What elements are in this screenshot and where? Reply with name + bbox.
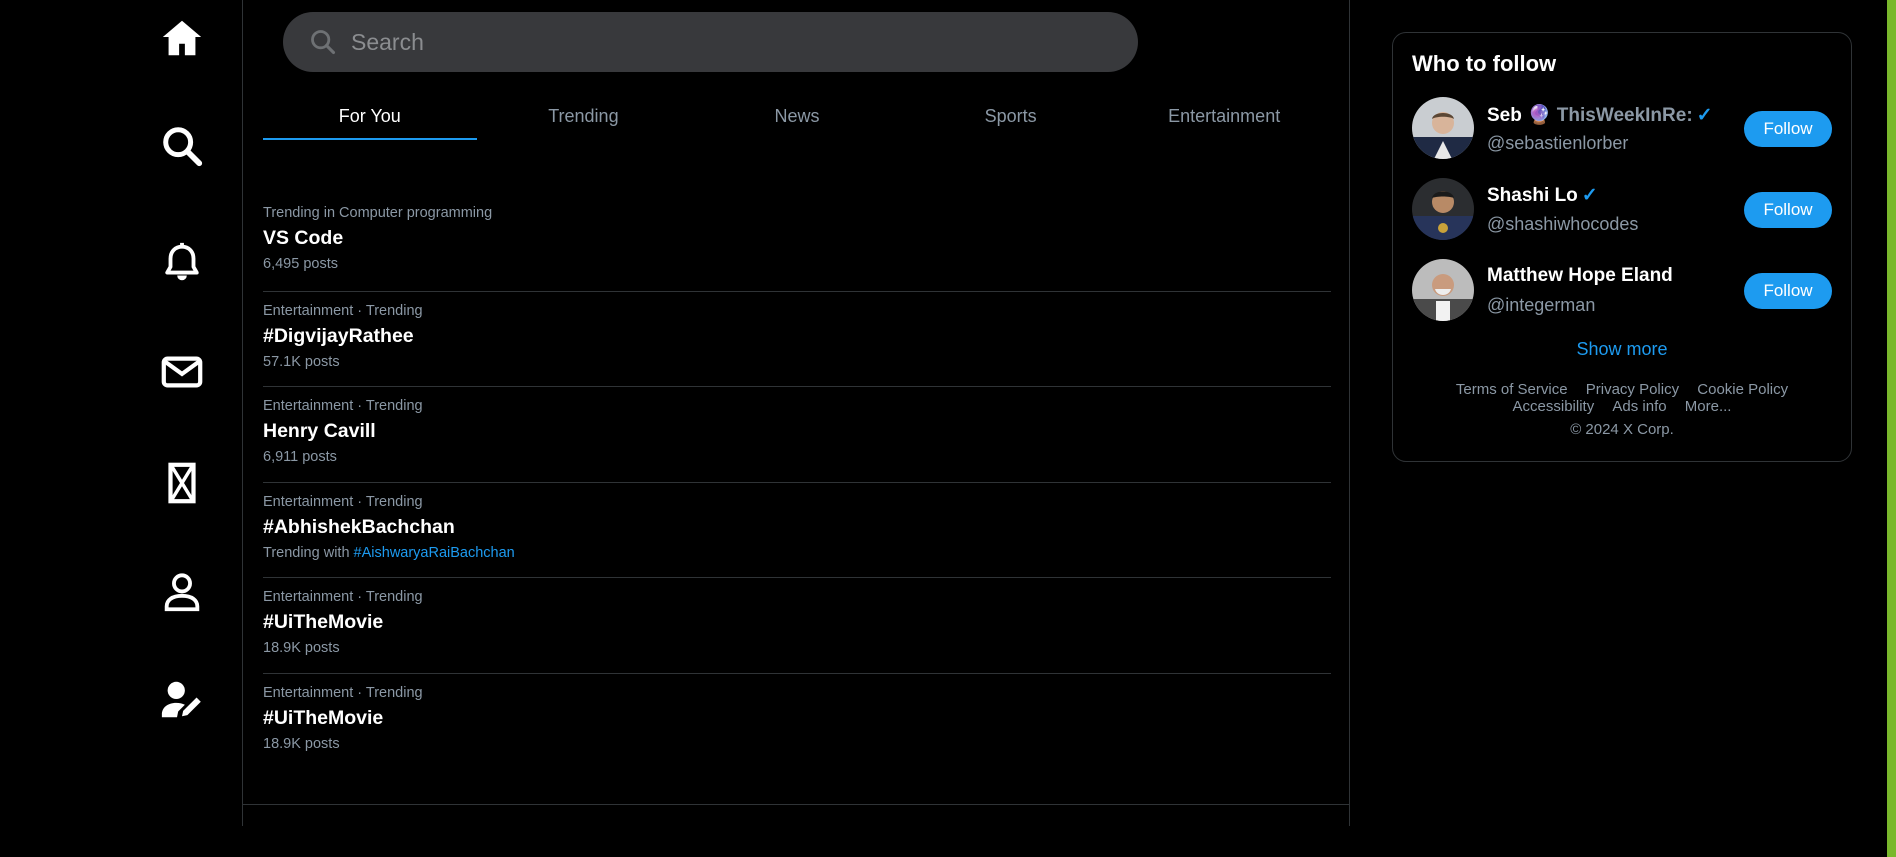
bell-icon	[165, 242, 199, 281]
trend-name: Henry Cavill	[263, 420, 376, 442]
nav-x[interactable]	[156, 457, 208, 509]
trend-item[interactable]: Entertainment · Trending #AbhishekBachch…	[263, 483, 1331, 578]
show-more-link[interactable]: Show more	[1393, 339, 1851, 360]
more-link[interactable]: More...	[1685, 398, 1732, 415]
trend-related-link[interactable]: #AishwaryaRaiBachchan	[354, 545, 515, 561]
avatar[interactable]	[1412, 259, 1474, 321]
trend-context: Entertainment · Trending	[263, 493, 423, 510]
suggestion-handle: @integerman	[1487, 295, 1596, 315]
tab-entertainment[interactable]: Entertainment	[1117, 96, 1331, 140]
user-edit-icon	[161, 681, 201, 718]
search-bar[interactable]	[283, 12, 1138, 72]
trend-name: #DigvijayRathee	[263, 324, 414, 347]
trend-name: #AbhishekBachchan	[263, 515, 455, 538]
tab-sports[interactable]: Sports	[904, 96, 1118, 140]
trend-context: Entertainment · Trending	[263, 684, 423, 701]
trend-related-prefix: Trending with	[263, 544, 354, 561]
column-divider	[243, 804, 1349, 805]
trend-list: Trending in Computer programming VS Code…	[263, 196, 1331, 769]
avatar[interactable]	[1412, 178, 1474, 240]
trend-item[interactable]: Entertainment · Trending #UiTheMovie 18.…	[263, 578, 1331, 674]
suggestion-name[interactable]: Shashi Lo ✓	[1487, 184, 1598, 207]
trend-context: Trending in Computer programming	[263, 205, 493, 221]
trend-post-count: 57.1K posts	[263, 353, 340, 370]
tab-trending[interactable]: Trending	[477, 96, 691, 140]
who-to-follow-panel: Who to follow Seb 🔮 ThisWeekInRe: ✓ @sebas…	[1392, 32, 1852, 462]
suggestion-row[interactable]: Matthew Hope Eland @integerman Follow	[1412, 259, 1842, 323]
trend-related: Trending with #AishwaryaRaiBachchan	[263, 543, 1331, 563]
follow-button[interactable]: Follow	[1744, 273, 1832, 309]
terms-link[interactable]: Terms of Service	[1456, 381, 1568, 398]
x-logo-icon	[168, 462, 196, 504]
footer-links: Terms of Service Privacy Policy Cookie P…	[1393, 381, 1851, 415]
left-nav	[0, 0, 242, 826]
nav-profile[interactable]	[156, 566, 208, 618]
window-edge	[1887, 0, 1896, 857]
accessibility-link[interactable]: Accessibility	[1513, 398, 1595, 415]
nav-explore[interactable]	[156, 120, 208, 172]
suggestion-name[interactable]: Seb 🔮 ThisWeekInRe: ✓	[1487, 103, 1713, 127]
verified-icon: ✓	[1696, 105, 1713, 126]
trend-context: Entertainment · Trending	[263, 302, 423, 319]
search-input[interactable]	[349, 27, 1113, 57]
privacy-link[interactable]: Privacy Policy	[1586, 381, 1679, 398]
trend-item[interactable]: Entertainment · Trending Henry Cavill 6,…	[263, 387, 1331, 483]
tab-news[interactable]: News	[690, 96, 904, 140]
trend-context: Entertainment · Trending	[263, 589, 423, 605]
trend-context: Entertainment · Trending	[263, 398, 423, 414]
nav-home[interactable]	[156, 12, 208, 64]
follow-button[interactable]: Follow	[1744, 111, 1832, 147]
cookie-link[interactable]: Cookie Policy	[1697, 381, 1788, 398]
suggestion-handle: @shashiwhocodes	[1487, 214, 1639, 234]
nav-notifications[interactable]	[156, 237, 208, 289]
tab-for-you[interactable]: For You	[263, 96, 477, 140]
ads-info-link[interactable]: Ads info	[1612, 398, 1666, 415]
verified-icon: ✓	[1581, 185, 1598, 206]
user-icon	[164, 573, 200, 612]
trend-post-count: 18.9K posts	[263, 640, 340, 656]
trend-item[interactable]: Entertainment · Trending #DigvijayRathee…	[263, 292, 1331, 387]
suggestion-name[interactable]: Matthew Hope Eland	[1487, 265, 1673, 287]
mail-icon	[161, 356, 203, 388]
nav-edit-profile[interactable]	[156, 674, 208, 726]
main-column: For You Trending News Sports Entertainme…	[242, 0, 1350, 826]
search-icon	[311, 30, 336, 55]
trend-item[interactable]: Trending in Computer programming VS Code…	[263, 196, 1331, 292]
trend-post-count: 6,911 posts	[263, 449, 337, 465]
avatar[interactable]	[1412, 97, 1474, 159]
copyright: © 2024 X Corp.	[1570, 421, 1674, 438]
trend-name: #UiTheMovie	[263, 611, 384, 633]
search-icon	[163, 127, 203, 167]
trend-name: #UiTheMovie	[263, 706, 384, 729]
suggestion-row[interactable]: Seb 🔮 ThisWeekInRe: ✓ @sebastienlorber Fol…	[1412, 97, 1842, 161]
trend-name: VS Code	[263, 227, 344, 249]
suggestion-row[interactable]: Shashi Lo ✓ @shashiwhocodes Follow	[1412, 178, 1842, 242]
home-icon	[162, 20, 202, 56]
trend-item[interactable]: Entertainment · Trending #UiTheMovie 18.…	[263, 674, 1331, 770]
suggestion-name-extra: 🔮 ThisWeekInRe:	[1527, 105, 1693, 126]
panel-title: Who to follow	[1412, 51, 1557, 76]
nav-messages[interactable]	[156, 346, 208, 398]
follow-button[interactable]: Follow	[1744, 192, 1832, 228]
tab-bar: For You Trending News Sports Entertainme…	[263, 96, 1331, 140]
trend-post-count: 6,495 posts	[263, 256, 338, 272]
suggestion-handle: @sebastienlorber	[1487, 133, 1629, 153]
trend-post-count: 18.9K posts	[263, 735, 340, 752]
